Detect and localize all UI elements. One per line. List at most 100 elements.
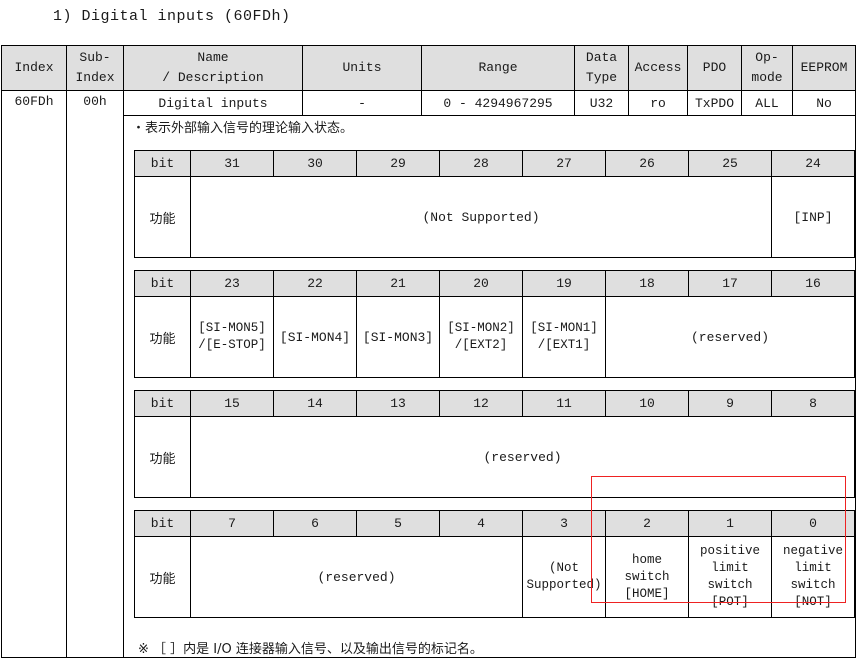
header-name: Name / Description — [123, 45, 303, 91]
bit-number-cell: 25 — [688, 150, 772, 177]
bit-table-0: bit 31 30 29 28 27 26 25 24 功能 (Not Supported) [INP… — [134, 150, 855, 258]
bit-number-cell: 24 — [771, 150, 855, 177]
bit-tables-container: bit 31 30 29 28 27 26 25 24 功能 (Not Supported) [INP… — [124, 150, 855, 618]
bit-function-cell: home switch [HOME] — [605, 536, 689, 618]
header-range: Range — [421, 45, 575, 91]
cell-name: Digital inputs — [123, 90, 303, 116]
bit-number-cell: 19 — [522, 270, 606, 297]
header-units: Units — [302, 45, 422, 91]
cell-eeprom: No — [792, 90, 856, 116]
bit-number-cell: 21 — [356, 270, 440, 297]
function-row-label: 功能 — [134, 296, 191, 378]
bit-map-table: bit 7 6 5 4 3 2 1 0 功能 (reserved) (Not Supported) hom… — [134, 510, 855, 618]
bit-function-cell: [SI-MON1]/[EXT1] — [522, 296, 606, 378]
bit-function-cell: positive limit switch [POT] — [688, 536, 772, 618]
bit-number-cell: 16 — [771, 270, 855, 297]
bit-header-row: bit 15 14 13 12 11 10 9 8 — [134, 390, 855, 417]
bit-function-cell: (reserved) — [605, 296, 855, 378]
cell-data-type: U32 — [574, 90, 629, 116]
bit-number-cell: 29 — [356, 150, 440, 177]
bit-number-cell: 17 — [688, 270, 772, 297]
cell-sub-index: 00h — [66, 90, 124, 658]
cell-access: ro — [628, 90, 688, 116]
cell-range: 0 - 4294967295 — [421, 90, 575, 116]
bit-function-row: 功能 (reserved) (Not Supported) home switch [HOM… — [134, 536, 855, 618]
bit-function-cell: [SI-MON2]/[EXT2] — [439, 296, 523, 378]
bit-number-cell: 30 — [273, 150, 357, 177]
bit-number-cell: 28 — [439, 150, 523, 177]
bit-table-2: bit 15 14 13 12 11 10 9 8 功能 (reserved) — [134, 390, 855, 498]
bit-function-cell: [SI-MON5]/[E-STOP] — [190, 296, 274, 378]
bit-number-cell: 7 — [190, 510, 274, 537]
bit-number-cell: 3 — [522, 510, 606, 537]
bit-number-cell: 4 — [439, 510, 523, 537]
bit-row-label: bit — [134, 390, 191, 417]
bit-number-cell: 26 — [605, 150, 689, 177]
bit-number-cell: 14 — [273, 390, 357, 417]
bit-map-table: bit 23 22 21 20 19 18 17 16 功能 [SI-MON5]/[E-STOP][… — [134, 270, 855, 378]
footnote-text: ※ ［ ］内是 I/O 连接器输入信号、以及输出信号的标记名。 — [138, 642, 483, 657]
cell-units: - — [302, 90, 422, 116]
detail-cell: ・表示外部输入信号的理论输入状态。 bit 31 30 29 28 27 26 25 24 功能(… — [123, 115, 856, 658]
bit-function-cell: [SI-MON4] — [273, 296, 357, 378]
bit-number-cell: 6 — [273, 510, 357, 537]
header-index: Index — [1, 45, 67, 91]
bit-number-cell: 1 — [688, 510, 772, 537]
bit-function-cell: (reserved) — [190, 416, 855, 498]
bit-header-row: bit 23 22 21 20 19 18 17 16 — [134, 270, 855, 297]
bit-row-label: bit — [134, 150, 191, 177]
cell-pdo: TxPDO — [687, 90, 742, 116]
section-heading: 1) Digital inputs (60FDh) — [53, 8, 291, 25]
table-data-row: 60FDh 00h Digital inputs - 0 - 429496729… — [1, 90, 856, 658]
table-header-row: Index Sub- Index Name / Description Units … — [1, 45, 856, 91]
function-row-label: 功能 — [134, 416, 191, 498]
bit-function-row: 功能 (Not Supported) [INP] — [134, 176, 855, 258]
bit-function-cell: [SI-MON3] — [356, 296, 440, 378]
function-row-label: 功能 — [134, 536, 191, 618]
bit-row-label: bit — [134, 510, 191, 537]
bit-function-row: 功能 [SI-MON5]/[E-STOP] [SI-MON4] [SI-MON3] [S… — [134, 296, 855, 378]
bit-number-cell: 23 — [190, 270, 274, 297]
bit-number-cell: 11 — [522, 390, 606, 417]
bit-function-cell: negative limit switch [NOT] — [771, 536, 855, 618]
bit-number-cell: 9 — [688, 390, 772, 417]
header-op-mode: Op-mode — [741, 45, 793, 91]
bit-map-table: bit 15 14 13 12 11 10 9 8 功能 (reserved) — [134, 390, 855, 498]
bit-number-cell: 2 — [605, 510, 689, 537]
bit-function-cell: (reserved) — [190, 536, 523, 618]
function-row-label: 功能 — [134, 176, 191, 258]
bit-number-cell: 20 — [439, 270, 523, 297]
description-text: ・表示外部输入信号的理论输入状态。 — [132, 121, 354, 136]
bit-function-cell: [INP] — [771, 176, 855, 258]
bit-number-cell: 13 — [356, 390, 440, 417]
bit-number-cell: 15 — [190, 390, 274, 417]
object-dictionary-table: Index Sub- Index Name / Description Units … — [1, 45, 856, 658]
header-eeprom: EEPROM — [792, 45, 856, 91]
header-sub-index: Sub- Index — [66, 45, 124, 91]
bit-row-label: bit — [134, 270, 191, 297]
bit-function-cell: (Not Supported) — [190, 176, 772, 258]
cell-op-mode: ALL — [741, 90, 793, 116]
bit-number-cell: 0 — [771, 510, 855, 537]
bit-header-row: bit 7 6 5 4 3 2 1 0 — [134, 510, 855, 537]
bit-table-3: bit 7 6 5 4 3 2 1 0 功能 (reserved) (Not Supported) hom… — [134, 510, 855, 618]
cell-index: 60FDh — [1, 90, 67, 658]
header-pdo: PDO — [687, 45, 742, 91]
bit-number-cell: 12 — [439, 390, 523, 417]
bit-number-cell: 5 — [356, 510, 440, 537]
bit-number-cell: 22 — [273, 270, 357, 297]
bit-number-cell: 31 — [190, 150, 274, 177]
bit-table-1: bit 23 22 21 20 19 18 17 16 功能 [SI-MON5]/[E-STOP][… — [134, 270, 855, 378]
bit-number-cell: 18 — [605, 270, 689, 297]
bit-function-row: 功能 (reserved) — [134, 416, 855, 498]
bit-number-cell: 10 — [605, 390, 689, 417]
table-detail-row: ・表示外部输入信号的理论输入状态。 bit 31 30 29 28 27 26 25 24 功能(… — [2, 115, 856, 658]
bit-number-cell: 8 — [771, 390, 855, 417]
bit-header-row: bit 31 30 29 28 27 26 25 24 — [134, 150, 855, 177]
document-page: 1) Digital inputs (60FDh) Index Sub- Inde… — [0, 0, 856, 662]
header-access: Access — [628, 45, 688, 91]
header-data-type: Data Type — [574, 45, 629, 91]
bit-function-cell: (Not Supported) — [522, 536, 606, 618]
bit-map-table: bit 31 30 29 28 27 26 25 24 功能 (Not Supported) [INP… — [134, 150, 855, 258]
bit-number-cell: 27 — [522, 150, 606, 177]
